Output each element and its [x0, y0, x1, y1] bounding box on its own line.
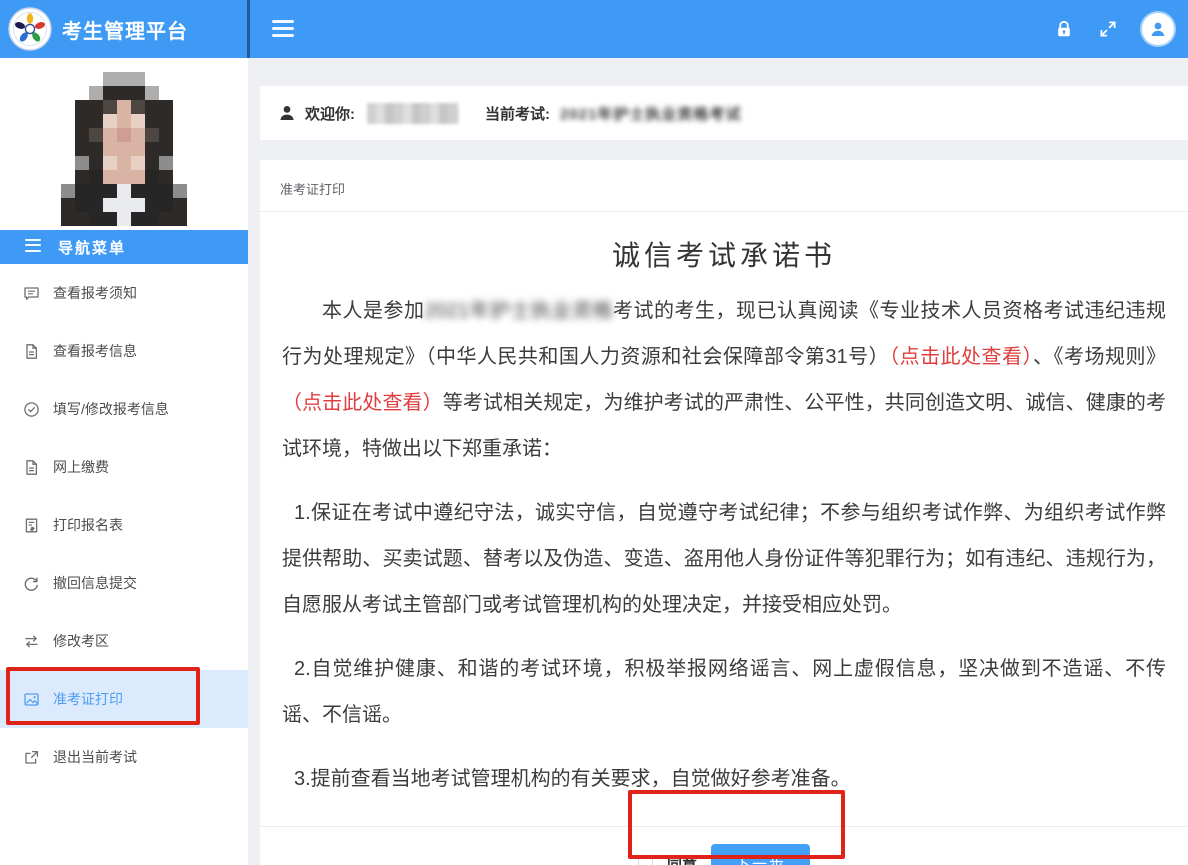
candidate-photo	[0, 58, 248, 230]
logo-area: 考生管理平台	[0, 0, 248, 58]
agree-label: 同意	[666, 855, 697, 865]
app-title: 考生管理平台	[62, 20, 188, 43]
exit-external-icon	[25, 750, 39, 764]
footer-actions: 同意 下一步	[260, 827, 1188, 865]
click-to-view-link[interactable]: （点击此处查看）	[282, 392, 443, 414]
sidebar-item-view-notice[interactable]: 查看报考须知	[0, 264, 248, 322]
print-form-icon	[25, 518, 38, 532]
sidebar-item-label: 网上缴费	[53, 459, 109, 475]
censored-user-name	[367, 102, 459, 124]
sidebar-item-online-payment[interactable]: 网上缴费	[0, 438, 248, 496]
censored-exam-name: 2021年护士执业资格考试	[560, 105, 742, 123]
censored-exam-name: 2021年护士执业资格	[424, 300, 614, 322]
nav-menu-header: 导航菜单	[0, 230, 248, 264]
sidebar-item-fill-info[interactable]: 填写/修改报考信息	[0, 380, 248, 438]
sidebar-item-label: 查看报考信息	[53, 343, 137, 359]
current-exam-label: 当前考试:	[485, 105, 550, 123]
sidebar-item-view-info[interactable]: 查看报考信息	[0, 322, 248, 380]
breadcrumb-bar: 准考证打印	[260, 160, 1188, 212]
undo-refresh-icon	[24, 577, 38, 591]
greeting-label: 欢迎你:	[305, 105, 355, 123]
promise-paragraph: 本人是参加2021年护士执业资格考试的考生，现已认真阅读《专业技术人员资格考试违…	[282, 288, 1166, 472]
promise-item-3: 3.提前查看当地考试管理机构的有关要求，自觉做好参考准备。	[294, 768, 851, 790]
sidebar-item-change-exam-area[interactable]: 修改考区	[0, 612, 248, 670]
fullscreen-icon[interactable]	[1098, 19, 1118, 39]
header-actions	[1054, 0, 1174, 58]
person-icon	[280, 106, 294, 120]
sidebar-item-label: 查看报考须知	[53, 285, 137, 301]
menu-icon	[25, 238, 41, 256]
content-panel: 准考证打印 诚信考试承诺书 本人是参加2021年护士执业资格考试的考生，现已认真…	[260, 160, 1188, 865]
page-title: 诚信考试承诺书	[611, 241, 836, 272]
welcome-bar: 欢迎你: 当前考试: 2021年护士执业资格考试	[260, 86, 1188, 140]
sidebar-item-label: 填写/修改报考信息	[53, 401, 169, 417]
image-icon	[24, 692, 39, 706]
sidebar-toggle-button[interactable]	[272, 20, 294, 38]
commitment-text: 本人是参加2021年护士执业资格考试的考生，现已认真阅读《专业技术人员资格考试违…	[260, 288, 1188, 802]
text-segment: 、《考场规则》	[1033, 346, 1167, 368]
promise-item-2: 2.自觉维护健康、和谐的考试环境，积极举报网络谣言、网上虚假信息，坚决做到不造谣…	[282, 658, 1166, 726]
comment-icon	[24, 286, 39, 300]
click-to-view-link[interactable]: （点击此处查看）	[889, 346, 1033, 368]
sidebar-item-print-admission-ticket[interactable]: 准考证打印	[0, 670, 248, 728]
sidebar-item-exit-current-exam[interactable]: 退出当前考试	[0, 728, 248, 786]
photo-mosaic	[61, 72, 187, 230]
sidebar-item-label: 打印报名表	[53, 517, 123, 533]
breadcrumb: 准考证打印	[280, 182, 346, 197]
sidebar: 导航菜单 查看报考须知 查看报考信息 填写/修改报考信息 网上缴费 打印报名表 …	[0, 58, 248, 865]
sidebar-item-label: 修改考区	[53, 633, 109, 649]
sidebar-item-withdraw-submission[interactable]: 撤回信息提交	[0, 554, 248, 612]
sidebar-item-label: 退出当前考试	[53, 749, 137, 765]
header-divider	[247, 0, 250, 58]
nav-menu-title: 导航菜单	[58, 239, 127, 257]
next-step-button[interactable]: 下一步	[711, 844, 811, 865]
lock-icon[interactable]	[1054, 19, 1074, 39]
document-icon	[26, 459, 38, 475]
promise-item-1: 1.保证在考试中遵纪守法，诚实守信，自觉遵守考试纪律；不参与组织考试作弊、为组织…	[282, 502, 1166, 616]
user-avatar-icon	[1151, 22, 1165, 36]
app-header: 考生管理平台	[0, 0, 1188, 58]
text-segment: 本人是参加	[322, 300, 425, 322]
sidebar-item-label: 准考证打印	[53, 691, 123, 707]
main-area: 欢迎你: 当前考试: 2021年护士执业资格考试 准考证打印 诚信考试承诺书 本…	[248, 58, 1188, 865]
document-icon	[26, 343, 38, 359]
sidebar-item-label: 撤回信息提交	[53, 575, 137, 591]
app-logo-icon	[8, 7, 52, 51]
user-avatar[interactable]	[1142, 13, 1174, 45]
sidebar-item-print-form[interactable]: 打印报名表	[0, 496, 248, 554]
agree-checkbox[interactable]	[637, 855, 653, 865]
check-circle-icon	[24, 401, 39, 417]
swap-arrows-icon	[25, 635, 38, 647]
nav-menu: 查看报考须知 查看报考信息 填写/修改报考信息 网上缴费 打印报名表 撤回信息提…	[0, 264, 248, 786]
